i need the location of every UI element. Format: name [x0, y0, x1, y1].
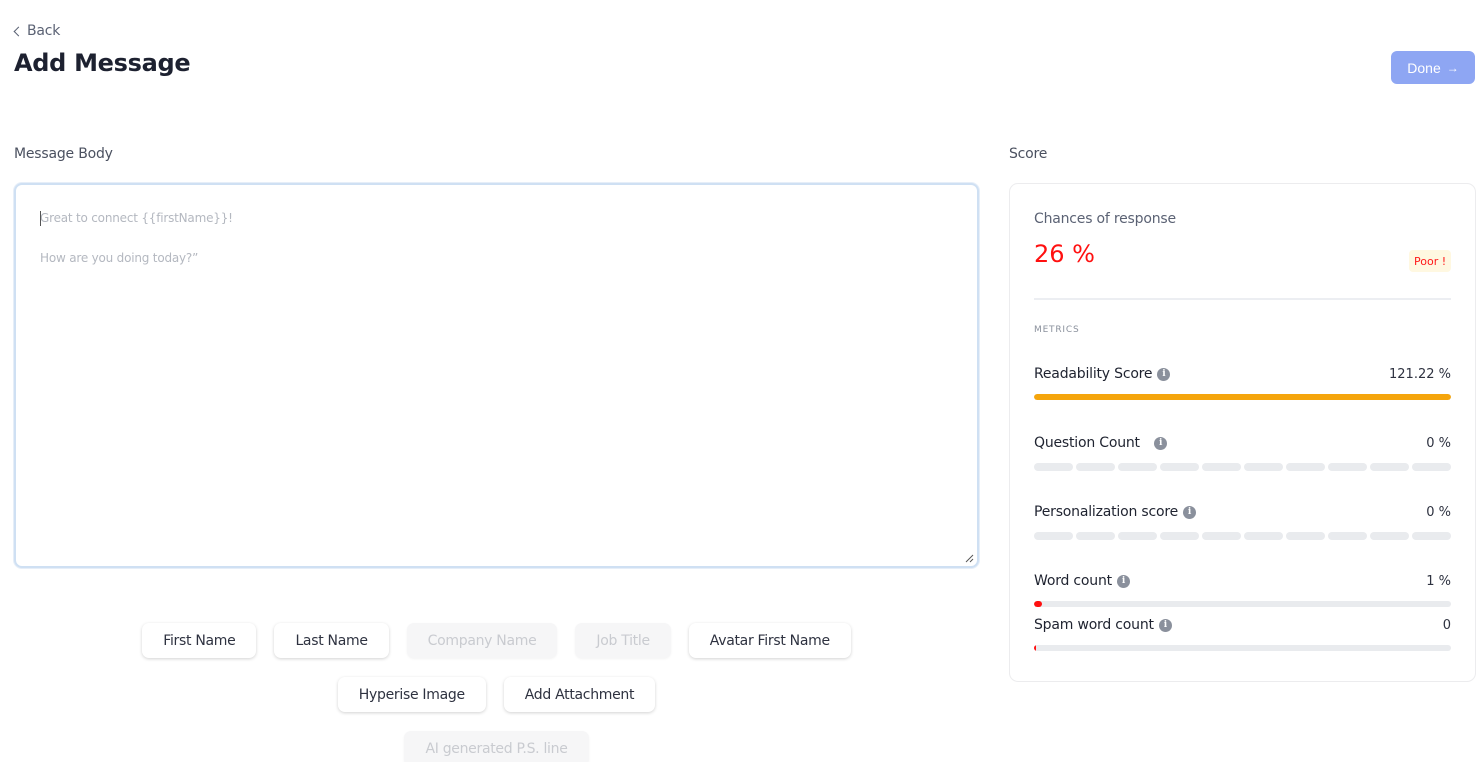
- metric-value: 1 %: [1426, 573, 1451, 589]
- bar-segment: [1286, 463, 1325, 471]
- bar-segment: [1202, 532, 1241, 540]
- last-name-chip[interactable]: Last Name: [274, 623, 389, 658]
- done-button[interactable]: Done →: [1391, 51, 1475, 84]
- add-attachment-button[interactable]: Add Attachment: [503, 677, 656, 712]
- progress-fill: [1034, 394, 1451, 400]
- variable-chips-row: Hyperise Image Add Attachment: [14, 677, 979, 712]
- avatar-first-name-chip[interactable]: Avatar First Name: [688, 623, 851, 658]
- bar-segment: [1202, 463, 1241, 471]
- done-label: Done: [1407, 59, 1441, 76]
- info-icon[interactable]: i: [1158, 618, 1172, 632]
- message-body-label: Message Body: [14, 146, 113, 162]
- text-caret: [40, 211, 41, 226]
- job-title-chip[interactable]: Job Title: [575, 623, 671, 658]
- company-name-chip[interactable]: Company Name: [406, 623, 558, 658]
- chevron-left-icon: [13, 26, 24, 36]
- message-line: Great to connect {{firstName}}!: [40, 211, 233, 225]
- info-icon[interactable]: i: [1183, 505, 1197, 519]
- page-title: Add Message: [14, 49, 191, 77]
- back-label: Back: [27, 23, 61, 39]
- metric-segmented-bar: [1034, 463, 1451, 471]
- metric-progress-bar: [1034, 394, 1451, 400]
- metric-word-count: Word count i 1 %: [1034, 572, 1451, 607]
- bar-segment: [1412, 463, 1451, 471]
- info-icon[interactable]: i: [1154, 436, 1168, 450]
- metric-value: 121.22 %: [1389, 366, 1451, 382]
- bar-segment: [1118, 532, 1157, 540]
- metric-name: Personalization score: [1034, 504, 1179, 520]
- score-label: Score: [1009, 146, 1048, 162]
- metric-progress-bar: [1034, 601, 1451, 607]
- bar-segment: [1034, 532, 1073, 540]
- chances-value: 26 %: [1034, 240, 1095, 268]
- metric-value: 0 %: [1426, 435, 1451, 451]
- metric-spam-word-count: Spam word count i 0: [1034, 616, 1451, 651]
- bar-segment: [1244, 463, 1283, 471]
- message-body-editor[interactable]: Great to connect {{firstName}}! How are …: [14, 183, 979, 568]
- first-name-chip[interactable]: First Name: [142, 623, 257, 658]
- metric-segmented-bar: [1034, 532, 1451, 540]
- bar-segment: [1076, 532, 1115, 540]
- bar-segment: [1328, 463, 1367, 471]
- info-icon[interactable]: i: [1157, 367, 1171, 381]
- bar-segment: [1160, 463, 1199, 471]
- message-line: How are you doing today?”: [40, 251, 199, 265]
- metric-question-count: Question Count i 0 %: [1034, 434, 1451, 471]
- bar-segment: [1244, 532, 1283, 540]
- bar-segment: [1034, 463, 1073, 471]
- metric-name: Spam word count: [1034, 617, 1154, 633]
- bar-segment: [1370, 463, 1409, 471]
- metric-value: 0: [1442, 617, 1451, 633]
- variable-chips-row: First Name Last Name Company Name Job Ti…: [14, 623, 979, 658]
- bar-segment: [1328, 532, 1367, 540]
- metric-readability: Readability Score i 121.22 %: [1034, 365, 1451, 400]
- metric-name: Readability Score: [1034, 366, 1153, 382]
- hyperise-image-button[interactable]: Hyperise Image: [337, 677, 486, 712]
- variable-chips-row: AI generated P.S. line: [14, 731, 979, 762]
- resize-handle-icon[interactable]: [964, 553, 974, 563]
- metric-name: Question Count: [1034, 435, 1140, 451]
- chances-label: Chances of response: [1034, 211, 1176, 227]
- bar-segment: [1160, 532, 1199, 540]
- bar-segment: [1412, 532, 1451, 540]
- bar-segment: [1076, 463, 1115, 471]
- ai-ps-line-button[interactable]: AI generated P.S. line: [404, 731, 589, 762]
- rating-badge: Poor !: [1409, 250, 1452, 272]
- bar-segment: [1370, 532, 1409, 540]
- bar-segment: [1118, 463, 1157, 471]
- metric-name: Word count: [1034, 573, 1112, 589]
- bar-segment: [1286, 532, 1325, 540]
- metrics-heading: METRICS: [1034, 325, 1080, 335]
- metric-personalization: Personalization score i 0 %: [1034, 503, 1451, 540]
- info-icon[interactable]: i: [1116, 574, 1130, 588]
- progress-fill: [1034, 601, 1043, 607]
- score-card: Chances of response 26 % Poor ! METRICS …: [1009, 183, 1476, 682]
- divider: [1034, 298, 1451, 300]
- back-link[interactable]: Back: [13, 23, 61, 39]
- metric-progress-bar: [1034, 645, 1451, 651]
- metric-value: 0 %: [1426, 504, 1451, 520]
- progress-fill: [1034, 645, 1036, 651]
- arrow-right-icon: →: [1446, 60, 1459, 75]
